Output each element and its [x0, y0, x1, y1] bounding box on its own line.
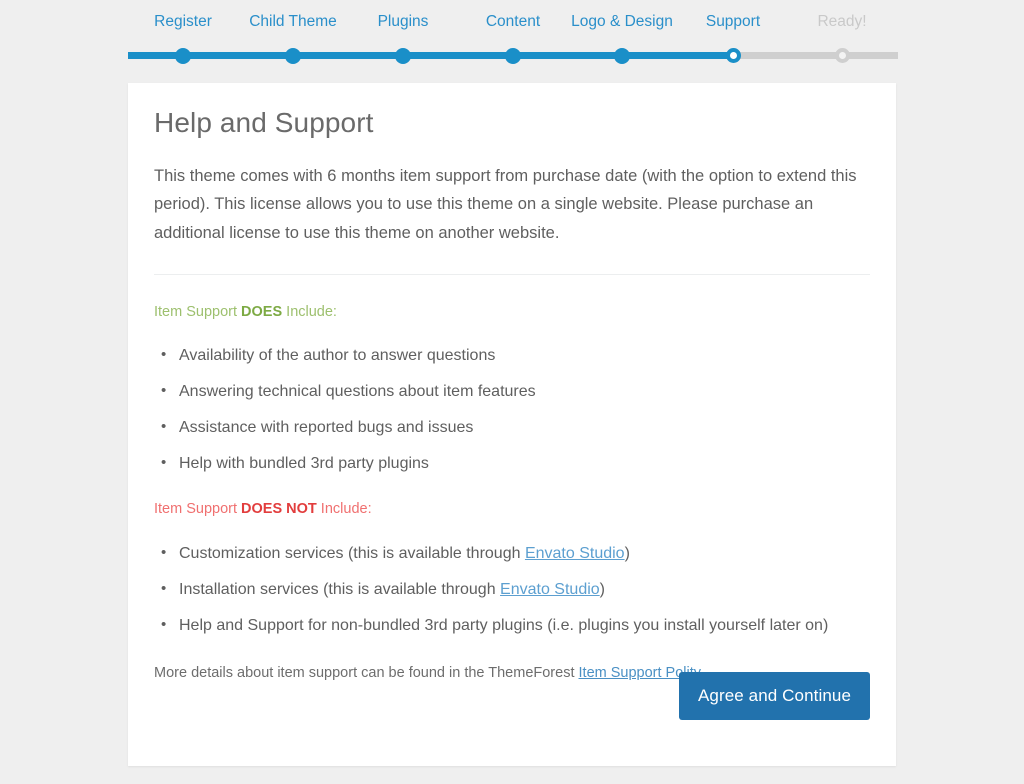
footnote-text-before: More details about item support can be f… [154, 664, 579, 681]
list-item: Help and Support for non-bundled 3rd par… [161, 616, 870, 634]
agree-and-continue-button[interactable]: Agree and Continue [678, 672, 870, 720]
wizard-step-dot-register[interactable] [175, 47, 191, 64]
does-include-list: Availability of the author to answer que… [154, 347, 870, 472]
wizard-step-label-ready[interactable]: Ready! [817, 14, 866, 30]
wizard-card: Help and Support This theme comes with 6… [128, 83, 896, 766]
does-not-include-list: Customization services (this is availabl… [154, 544, 870, 634]
does-include-heading: Item Support DOES Include: [154, 302, 870, 322]
wizard-step-dot-ready[interactable] [834, 48, 850, 63]
wizard-steps: Register Child Theme Plugins Content Logo & … [128, 0, 898, 70]
wizard-step-label-child-theme[interactable]: Child Theme [249, 14, 337, 30]
section-divider [154, 274, 870, 276]
list-item: Help with bundled 3rd party plugins [161, 455, 870, 472]
list-item: Customization services (this is availabl… [161, 544, 870, 562]
wizard-step-dot-plugins[interactable] [395, 47, 411, 64]
list-item-text: Installation services (this is available… [179, 580, 501, 598]
does-include-emphasis: DOES [241, 304, 283, 321]
list-item-text: Help and Support for non-bundled 3rd par… [179, 616, 829, 634]
page-title: Help and Support [154, 107, 374, 138]
wizard-step-dot-support[interactable] [725, 48, 741, 63]
list-item: Answering technical questions about item… [161, 383, 870, 400]
wizard-step-dot-content[interactable] [505, 47, 521, 64]
list-item-text-after: ) [624, 544, 630, 562]
wizard-step-label-content[interactable]: Content [486, 14, 540, 30]
wizard-step-label-support[interactable]: Support [706, 14, 760, 30]
list-item: Assistance with reported bugs and issues [161, 419, 870, 436]
wizard-step-labels: Register Child Theme Plugins Content Logo & … [128, 0, 898, 46]
envato-studio-link[interactable]: Envato Studio [500, 581, 600, 598]
does-not-include-heading: Item Support DOES NOT Include: [154, 499, 870, 519]
wizard-step-label-plugins[interactable]: Plugins [378, 14, 429, 30]
does-not-include-suffix: Include: [316, 501, 372, 518]
card-actions: Agree and Continue [678, 672, 870, 720]
does-not-include-emphasis: DOES NOT [241, 501, 317, 518]
wizard-progress-fill [128, 52, 733, 59]
intro-paragraph: This theme comes with 6 months item supp… [154, 167, 857, 242]
envato-studio-link[interactable]: Envato Studio [525, 545, 625, 562]
wizard-step-label-register[interactable]: Register [154, 14, 212, 30]
list-item: Installation services (this is available… [161, 580, 870, 598]
does-include-suffix: Include: [282, 304, 337, 321]
list-item-text-after: ) [599, 580, 605, 598]
wizard-step-dot-logo-design[interactable] [614, 47, 630, 64]
wizard-step-dot-child-theme[interactable] [285, 47, 301, 64]
wizard-step-label-logo-design[interactable]: Logo & Design [571, 14, 673, 30]
list-item: Availability of the author to answer que… [161, 347, 870, 364]
setup-wizard: Register Child Theme Plugins Content Logo & … [0, 0, 1024, 784]
does-include-prefix: Item Support [154, 304, 242, 321]
list-item-text: Customization services (this is availabl… [179, 544, 525, 562]
does-not-include-prefix: Item Support [154, 501, 242, 518]
